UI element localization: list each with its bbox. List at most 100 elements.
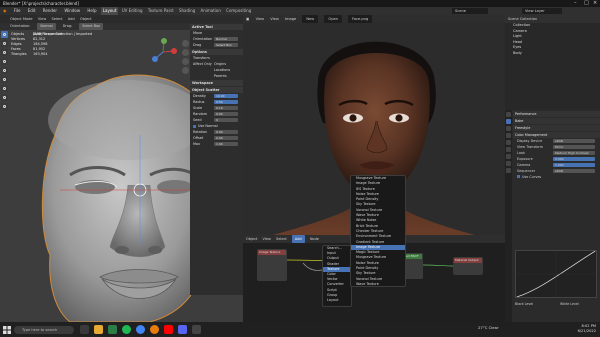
transform-tool-icon[interactable] [1, 76, 8, 83]
exposure-field[interactable]: 0.000 [553, 157, 595, 161]
blender-logo-icon[interactable]: ◉ [0, 7, 10, 15]
navigation-gizmo-icon[interactable] [148, 37, 178, 67]
render-tab-icon[interactable] [506, 119, 511, 124]
color-curve-widget[interactable] [515, 250, 597, 298]
section-bake[interactable]: Bake [513, 118, 600, 124]
max-field[interactable]: 1.00 [214, 142, 238, 146]
texture-menu-item[interactable]: Wave Texture [351, 282, 405, 287]
workspace-tab-shading[interactable]: Shading [177, 7, 197, 15]
blender-taskbar-icon[interactable] [150, 325, 159, 334]
youtube-icon[interactable] [164, 325, 173, 334]
spotify-icon[interactable] [122, 325, 131, 334]
workspace-tab-compositing[interactable]: Compositing [224, 7, 253, 15]
file-explorer-icon[interactable] [94, 325, 103, 334]
view-transform-dropdown[interactable]: Filmic [553, 145, 595, 149]
view-layer-selector[interactable]: View Layer [522, 8, 562, 14]
image-menu-image[interactable]: Image [285, 17, 296, 21]
ortho-toggle-icon[interactable] [182, 67, 189, 74]
density-field[interactable]: 10.00 [214, 94, 238, 98]
close-icon[interactable]: × [593, 0, 597, 7]
image-name-field[interactable]: Face.png [348, 15, 373, 23]
section-freestyle[interactable]: Freestyle [513, 125, 600, 131]
tool-tab-icon[interactable] [506, 112, 511, 117]
prop-label: Sequencer [517, 169, 536, 173]
viewport-nav-buttons [182, 40, 190, 76]
zoom-icon[interactable] [182, 40, 189, 47]
viewport-stats: User Perspective (130) Scene Collection … [11, 32, 92, 57]
workspace-tab-layout[interactable]: Layout [100, 7, 119, 15]
gamma-field[interactable]: 1.000 [553, 163, 595, 167]
system-clock[interactable]: 8:02 PM 6/21/2022 [560, 324, 596, 333]
output-tab-icon[interactable] [506, 126, 511, 131]
menu-help[interactable]: Help [84, 7, 99, 15]
annotate-tool-icon[interactable] [1, 85, 8, 92]
menu-render[interactable]: Render [40, 7, 60, 15]
parents-checkbox[interactable]: Parents [214, 73, 227, 79]
white-level-label: White Level [560, 302, 579, 306]
view-layer-tab-icon[interactable] [506, 133, 511, 138]
windows-start-icon[interactable] [3, 326, 11, 334]
outliner[interactable]: Scene Collection Collection Camera Light… [505, 15, 600, 110]
use-curves-checkbox[interactable] [517, 175, 520, 178]
random-field[interactable]: 0.00 [214, 112, 238, 116]
add-cube-tool-icon[interactable] [1, 103, 8, 110]
pan-icon[interactable] [182, 49, 189, 56]
modifier-tab-icon[interactable] [506, 161, 511, 166]
section-performance[interactable]: Performance [513, 111, 600, 117]
rotation-field[interactable]: 0.00 [214, 130, 238, 134]
scene-selector[interactable]: Scene [452, 8, 488, 14]
menu-edit[interactable]: Edit [25, 7, 39, 15]
measure-tool-icon[interactable] [1, 94, 8, 101]
active-tool-panel: Active Tool Move Orientation Normal Drag S… [190, 23, 243, 295]
app-icon[interactable] [192, 325, 201, 334]
workspace-tab-texture-paint[interactable]: Texture Paint [146, 7, 176, 15]
app-icon[interactable] [108, 325, 117, 334]
black-level-label: Black Level [515, 302, 534, 306]
chrome-icon[interactable] [136, 325, 145, 334]
outliner-item[interactable]: Body [505, 51, 600, 57]
scale-field[interactable]: 0.10 [214, 106, 238, 110]
orientation-dropdown[interactable]: Normal [214, 37, 238, 41]
object-tab-icon[interactable] [506, 154, 511, 159]
editor-type-icon[interactable]: ▣ [246, 17, 249, 21]
scale-tool-icon[interactable] [1, 67, 8, 74]
radius-field[interactable]: 0.50 [214, 100, 238, 104]
image-menu-view-2[interactable]: View [270, 17, 279, 21]
workspace-header[interactable]: Workspace [190, 80, 243, 86]
discord-icon[interactable] [178, 325, 187, 334]
use-normal-checkbox[interactable] [193, 124, 196, 128]
move-tool-icon[interactable] [1, 49, 8, 56]
seed-field[interactable]: 0 [214, 118, 238, 122]
sequencer-dropdown[interactable]: sRGB [553, 169, 595, 173]
window-title: Blender* [X:\projects\character.blend] [3, 1, 79, 6]
image-open-button[interactable]: Open [324, 15, 342, 23]
properties-body: Performance Bake Freestyle Color Managem… [513, 110, 600, 180]
material-tab-icon[interactable] [506, 168, 511, 173]
camera-view-icon[interactable] [182, 58, 189, 65]
add-category-item[interactable]: Layout [323, 298, 351, 303]
task-view-icon[interactable] [80, 325, 89, 334]
taskbar-search-input[interactable]: Type here to search [14, 326, 74, 334]
drag-dropdown[interactable]: Select Box [214, 43, 238, 47]
menu-window[interactable]: Window [61, 7, 83, 15]
display-device-dropdown[interactable]: sRGB [553, 139, 595, 143]
scene-tab-icon[interactable] [506, 140, 511, 145]
outliner-header: Scene Collection [505, 15, 600, 23]
workspace-tab-uv-editing[interactable]: UV Editing [120, 7, 145, 15]
weather-widget[interactable]: 27°C Clear [478, 325, 499, 330]
rotate-tool-icon[interactable] [1, 58, 8, 65]
texture-submenu: Musgrave Texture Image Texture IES Textu… [350, 175, 406, 287]
image-menu-view[interactable]: View [256, 17, 265, 21]
select-tool-icon[interactable] [1, 31, 8, 38]
image-new-button[interactable]: New [302, 15, 319, 23]
minimize-icon[interactable]: – [574, 0, 577, 7]
offset-field[interactable]: 0.00 [214, 136, 238, 140]
clock-date: 6/21/2022 [577, 328, 596, 333]
look-dropdown[interactable]: Medium High Contrast [553, 151, 595, 155]
menu-file[interactable]: File [11, 7, 24, 15]
maximize-icon[interactable]: □ [584, 0, 589, 7]
world-tab-icon[interactable] [506, 147, 511, 152]
cursor-tool-icon[interactable] [1, 40, 8, 47]
image-editor-header: ▣ View View Image New Open Face.png [243, 15, 505, 23]
workspace-tab-animation[interactable]: Animation [198, 7, 222, 15]
